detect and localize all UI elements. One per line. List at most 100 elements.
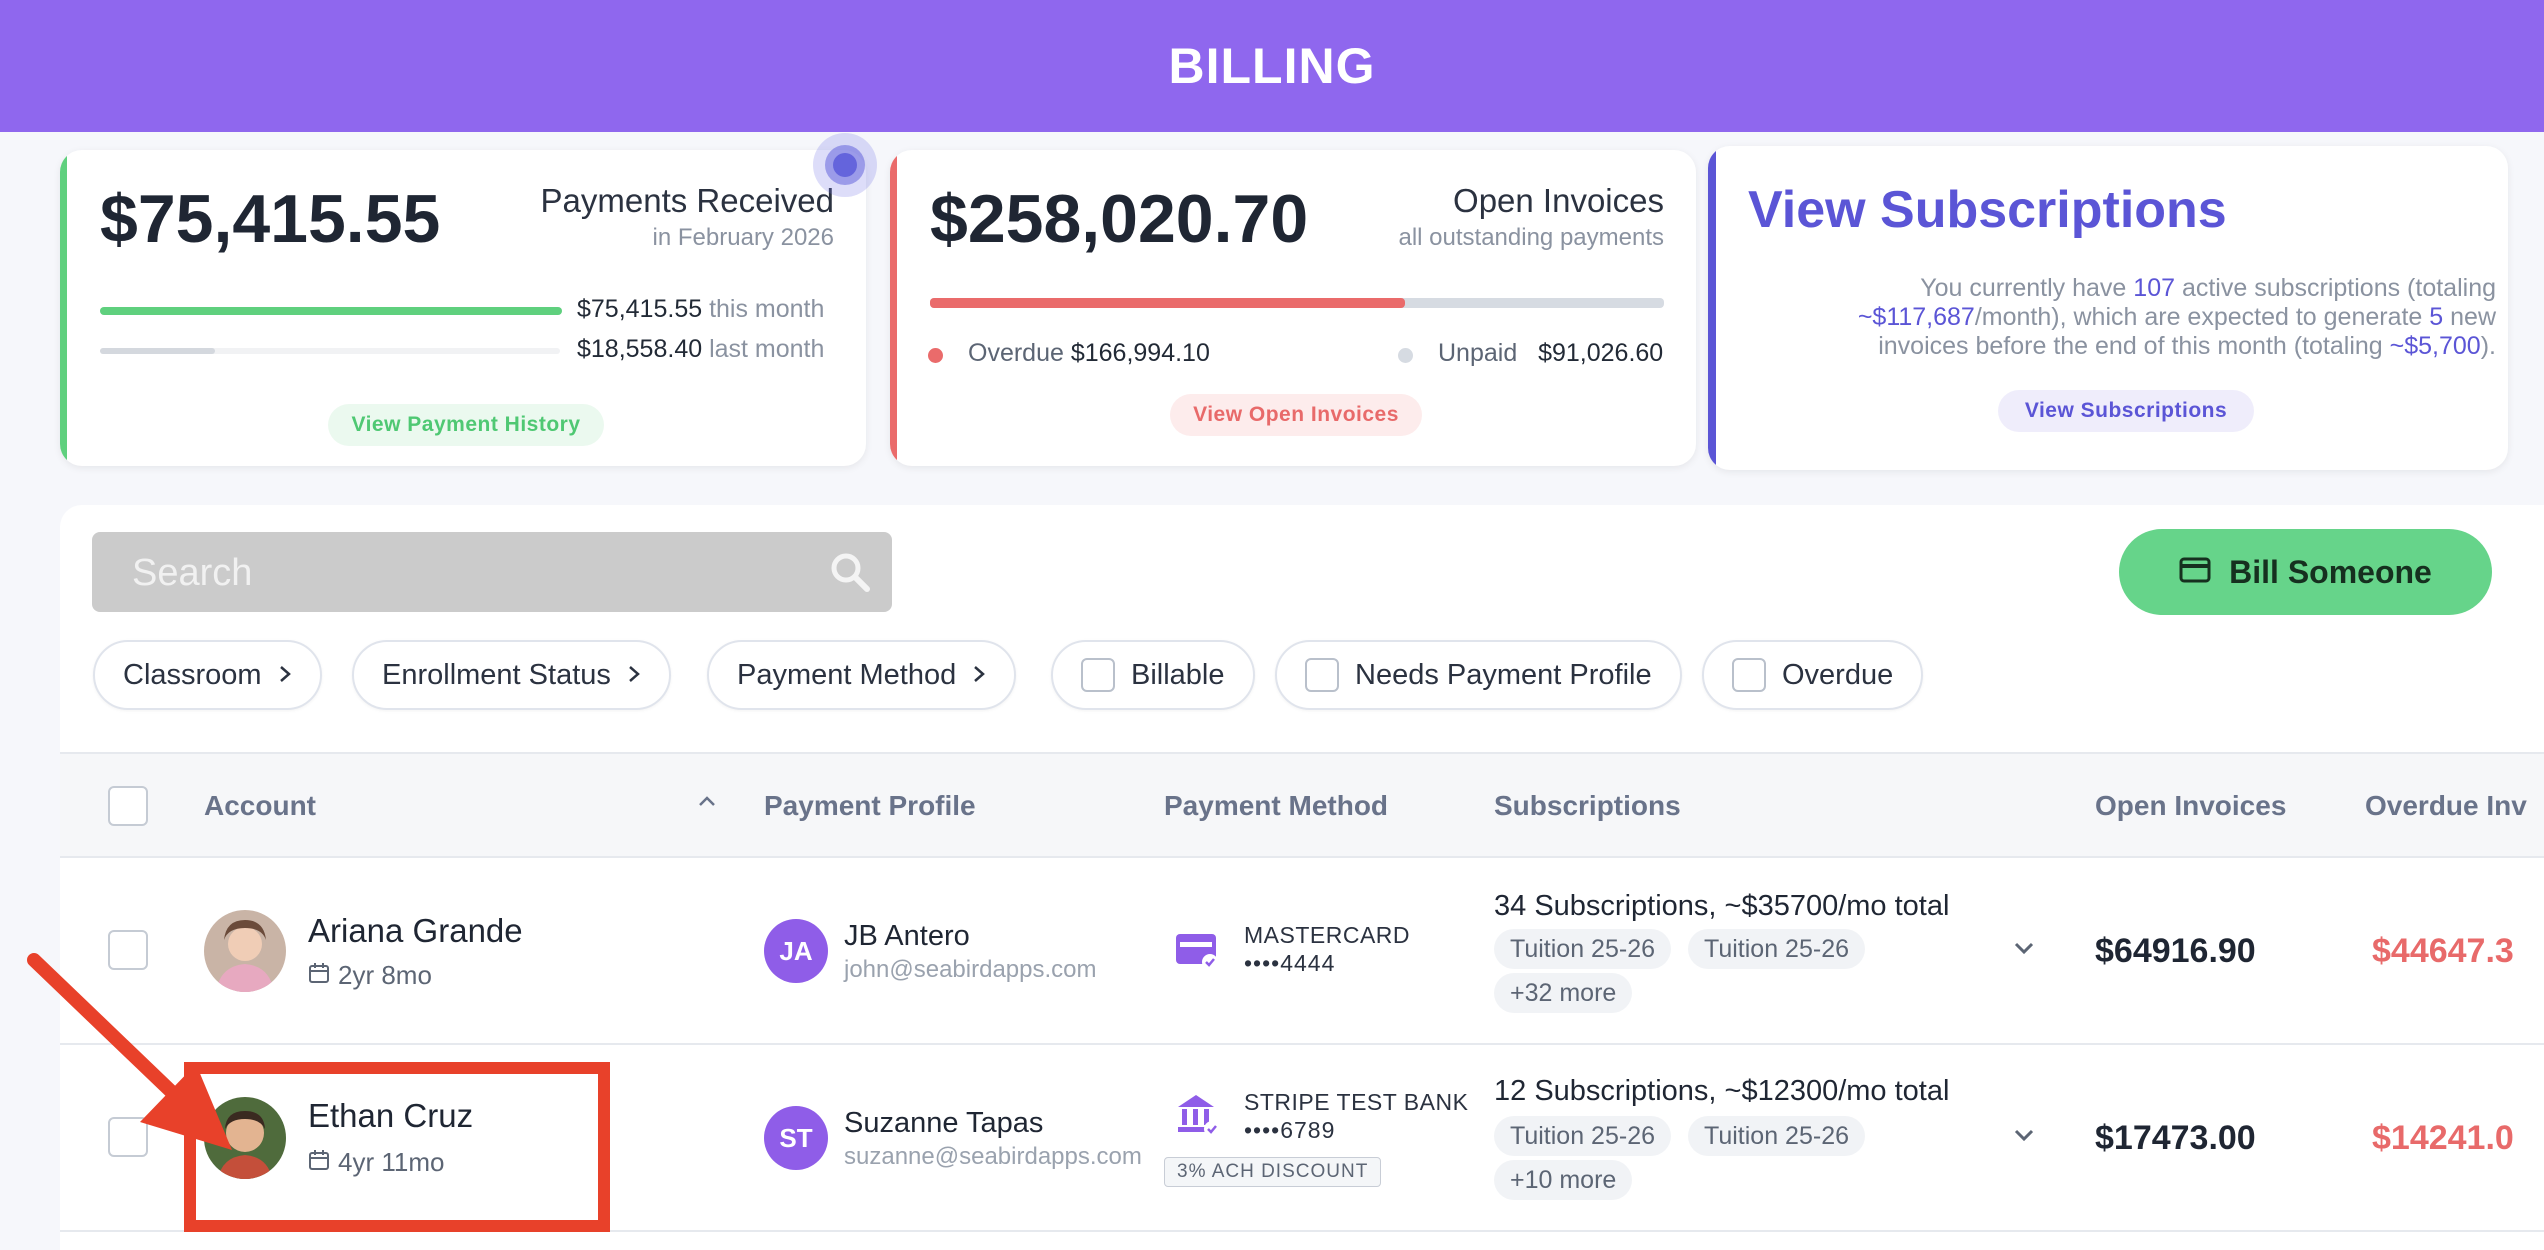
- open-invoices-amount: $64916.90: [2095, 932, 2256, 970]
- ach-discount-badge: 3% ACH DISCOUNT: [1164, 1157, 1382, 1187]
- column-account[interactable]: Account: [204, 790, 316, 822]
- search-placeholder: Search: [132, 552, 253, 594]
- open-invoices-amount: $17473.00: [2095, 1119, 2256, 1157]
- annotation-highlight-box: [184, 1062, 610, 1232]
- payments-received-card: $75,415.55 Payments Received in February…: [60, 150, 866, 466]
- open-invoices-card: $258,020.70 Open Invoices all outstandin…: [890, 150, 1696, 466]
- subscription-tag: Tuition 25-26: [1494, 929, 1671, 969]
- search-icon: [828, 550, 872, 599]
- last-month-bar: [100, 348, 215, 354]
- card-accent: [1708, 146, 1716, 470]
- unpaid-dot: [1398, 348, 1413, 363]
- overdue-label: Overdue: [968, 339, 1064, 367]
- view-subscriptions-button[interactable]: View Subscriptions: [1998, 390, 2254, 432]
- needs-payment-profile-checkbox[interactable]: [1305, 658, 1339, 692]
- payer-name[interactable]: JB Antero: [844, 920, 970, 953]
- last-month-amount: $18,558.40: [577, 335, 703, 363]
- filter-overdue[interactable]: Overdue: [1702, 640, 1924, 710]
- column-payment-method[interactable]: Payment Method: [1164, 790, 1388, 822]
- row-checkbox[interactable]: [108, 930, 148, 970]
- sort-ascending-icon[interactable]: [697, 794, 717, 813]
- overdue-checkbox[interactable]: [1732, 658, 1766, 692]
- invoices-amount: $258,020.70: [930, 181, 1309, 257]
- subscriptions-summary: 34 Subscriptions, ~$35700/mo total: [1494, 890, 1950, 922]
- monthly-total: ~$117,687: [1857, 303, 1975, 331]
- more-subscriptions-tag[interactable]: +32 more: [1494, 973, 1633, 1013]
- subscription-tag: Tuition 25-26: [1494, 1116, 1671, 1156]
- filter-billable[interactable]: Billable: [1051, 640, 1255, 710]
- payment-method-last4: ••••4444: [1244, 950, 1336, 976]
- subscriptions-title[interactable]: View Subscriptions: [1748, 180, 2227, 240]
- payment-method-type: MASTERCARD: [1244, 922, 1411, 948]
- chevron-right-icon: [627, 659, 641, 692]
- filter-label: Billable: [1131, 658, 1225, 691]
- chevron-down-icon[interactable]: [2013, 1127, 2035, 1148]
- table-row[interactable]: Ariana Grande 2yr 8mo JA JB Antero john@…: [60, 858, 2544, 1045]
- unpaid-amount: $91,026.60: [1538, 339, 1664, 367]
- payments-subtitle: in February 2026: [652, 224, 834, 251]
- new-invoice-count: 5: [2429, 303, 2444, 331]
- this-month-label: this month: [709, 295, 825, 323]
- select-all-checkbox[interactable]: [108, 786, 148, 826]
- account-age: 2yr 8mo: [308, 960, 432, 991]
- last-month-label: last month: [709, 335, 825, 363]
- filter-needs-payment-profile[interactable]: Needs Payment Profile: [1275, 640, 1682, 710]
- filter-classroom[interactable]: Classroom: [93, 640, 322, 710]
- page-title: BILLING: [1168, 38, 1376, 94]
- filter-label: Classroom: [123, 658, 262, 691]
- row-checkbox[interactable]: [108, 1117, 148, 1157]
- overdue-bar: [930, 298, 1405, 308]
- payment-method-type: STRIPE TEST BANK: [1244, 1089, 1469, 1115]
- filter-label: Payment Method: [737, 658, 957, 691]
- bill-someone-button[interactable]: Bill Someone: [2119, 529, 2492, 615]
- expected-total: ~$5,700: [2389, 332, 2481, 360]
- avatar: [204, 910, 286, 992]
- subscription-tag: Tuition 25-26: [1688, 1116, 1865, 1156]
- filter-payment-method[interactable]: Payment Method: [707, 640, 1017, 710]
- view-payment-history-button[interactable]: View Payment History: [328, 404, 604, 446]
- chevron-right-icon: [972, 659, 986, 692]
- overdue-invoices-amount: $44647.3: [2372, 932, 2514, 970]
- overdue-dot: [928, 348, 943, 363]
- payments-amount: $75,415.55: [100, 181, 441, 257]
- payment-method-last4: ••••6789: [1244, 1117, 1336, 1143]
- card-accent: [60, 150, 67, 466]
- overdue-invoices-amount: $14241.0: [2372, 1119, 2514, 1157]
- payer-initials-avatar: JA: [764, 919, 828, 983]
- filter-enrollment-status[interactable]: Enrollment Status: [352, 640, 671, 710]
- column-open-invoices[interactable]: Open Invoices: [2095, 790, 2286, 822]
- this-month-bar: [100, 307, 562, 315]
- card-accent: [890, 150, 897, 466]
- search-input[interactable]: Search: [92, 532, 892, 612]
- this-month-amount: $75,415.55: [577, 295, 703, 323]
- column-overdue-invoices[interactable]: Overdue Inv: [2365, 790, 2527, 822]
- more-subscriptions-tag[interactable]: +10 more: [1494, 1160, 1633, 1200]
- calendar-icon: [308, 960, 330, 991]
- billable-checkbox[interactable]: [1081, 658, 1115, 692]
- chevron-right-icon: [278, 659, 292, 692]
- bill-someone-label: Bill Someone: [2229, 553, 2432, 590]
- filter-label: Needs Payment Profile: [1355, 658, 1652, 691]
- invoices-subtitle: all outstanding payments: [1398, 224, 1665, 251]
- column-subscriptions[interactable]: Subscriptions: [1494, 790, 1681, 822]
- cursor-indicator: [813, 133, 877, 197]
- subscription-tag: Tuition 25-26: [1688, 929, 1865, 969]
- credit-card-icon: [2179, 554, 2211, 591]
- bank-check-icon: [1174, 1091, 1222, 1144]
- table-header: Account Payment Profile Payment Method S…: [60, 752, 2544, 858]
- subscriptions-summary: You currently have 107 active subscripti…: [1857, 274, 2496, 360]
- invoices-title: Open Invoices: [1453, 182, 1664, 219]
- unpaid-label: Unpaid: [1438, 339, 1518, 367]
- filter-label: Overdue: [1782, 658, 1894, 691]
- column-payment-profile[interactable]: Payment Profile: [764, 790, 976, 822]
- payer-name[interactable]: Suzanne Tapas: [844, 1107, 1043, 1140]
- filter-label: Enrollment Status: [382, 658, 611, 691]
- payer-initials-avatar: ST: [764, 1106, 828, 1170]
- chevron-down-icon[interactable]: [2013, 940, 2035, 961]
- account-name[interactable]: Ariana Grande: [308, 912, 523, 950]
- card-check-icon: [1174, 930, 1220, 977]
- page-header: BILLING: [0, 0, 2544, 132]
- subscription-count: 107: [2133, 274, 2176, 302]
- view-open-invoices-button[interactable]: View Open Invoices: [1170, 394, 1422, 436]
- subscriptions-summary: 12 Subscriptions, ~$12300/mo total: [1494, 1075, 1950, 1107]
